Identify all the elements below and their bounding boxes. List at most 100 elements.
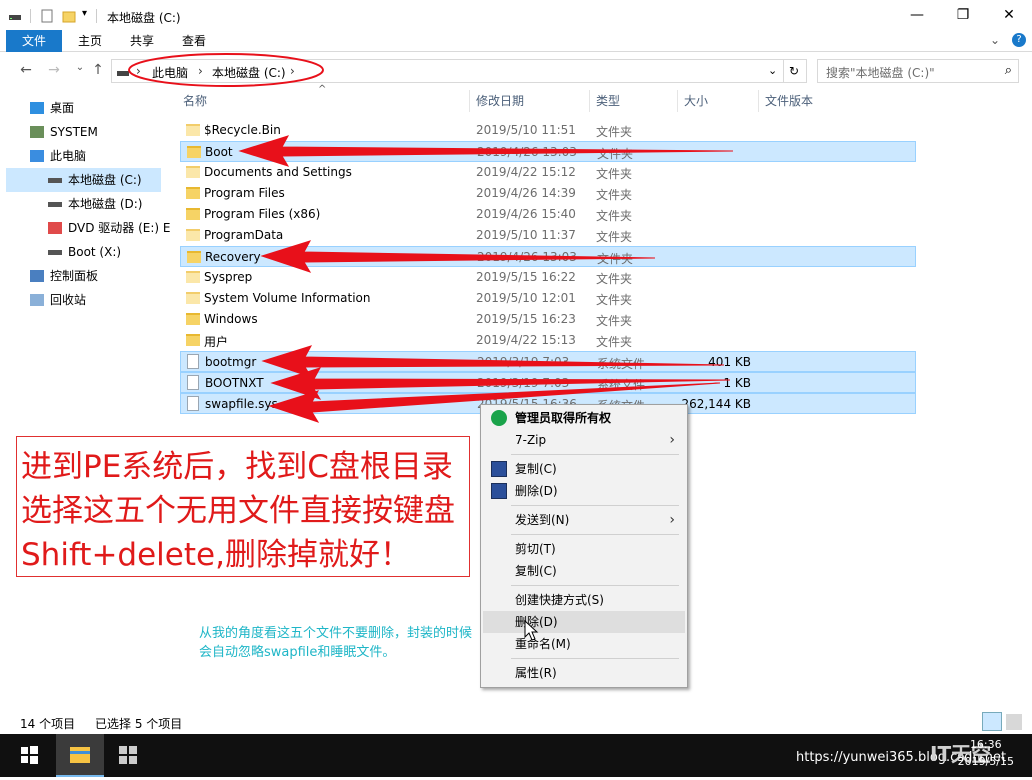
menu-item-label: 删除(D): [515, 484, 558, 498]
close-button[interactable]: ✕: [986, 0, 1032, 30]
nav-item[interactable]: DVD 驱动器 (E:) E: [6, 216, 171, 240]
folder-icon: [186, 124, 200, 136]
nav-item[interactable]: 桌面: [6, 96, 161, 120]
file-row[interactable]: Documents and Settings 2019/4/22 15:12 文件夹: [180, 162, 916, 183]
apps-grid-icon: [119, 746, 137, 764]
nav-item[interactable]: 本地磁盘 (C:): [6, 168, 161, 192]
file-type: 文件夹: [596, 272, 633, 286]
search-input[interactable]: 搜索"本地磁盘 (C:)": [826, 64, 935, 81]
file-name: Sysprep: [204, 270, 253, 284]
new-folder-icon[interactable]: [62, 9, 76, 23]
nav-item-label: 此电脑: [50, 149, 87, 163]
file-date: 2019/5/10 11:51: [476, 123, 576, 137]
taskbar-explorer-button[interactable]: [56, 734, 104, 777]
drive-icon: [48, 178, 62, 183]
menu-item-label: 创建快捷方式(S): [515, 593, 604, 607]
help-icon[interactable]: ?: [1012, 33, 1026, 47]
tab-share[interactable]: 共享: [122, 30, 162, 52]
nav-item[interactable]: Boot (X:): [6, 240, 161, 264]
recent-chevron-icon[interactable]: ⌄: [70, 62, 90, 80]
search-box[interactable]: 搜索"本地磁盘 (C:)" ⌕: [817, 59, 1019, 83]
taskbar-app-button[interactable]: [104, 734, 152, 777]
file-row[interactable]: BOOTNXT 2019/3/19 7:03 系统文件 1 KB: [180, 372, 916, 393]
file-date: 2019/4/26 13:03: [477, 250, 577, 264]
file-row[interactable]: Boot 2019/4/26 13:03 文件夹: [180, 141, 916, 162]
menu-item-label: 管理员取得所有权: [515, 411, 612, 425]
column-header-date[interactable]: 修改日期: [476, 90, 524, 112]
file-row[interactable]: ProgramData 2019/5/10 11:37 文件夹: [180, 225, 916, 246]
file-row[interactable]: $Recycle.Bin 2019/5/10 11:51 文件夹: [180, 120, 916, 141]
tab-home[interactable]: 主页: [70, 30, 110, 52]
column-separator[interactable]: [589, 90, 590, 112]
nav-item[interactable]: SYSTEM: [6, 120, 161, 144]
menu-item[interactable]: 重命名(M): [483, 633, 685, 655]
file-row[interactable]: Sysprep 2019/5/15 16:22 文件夹: [180, 267, 916, 288]
selected-count: 已选择 5 个项目: [95, 717, 183, 731]
file-date: 2019/4/26 14:39: [476, 186, 576, 200]
menu-item[interactable]: 发送到(N) ›: [483, 509, 685, 531]
file-row[interactable]: Windows 2019/5/15 16:23 文件夹: [180, 309, 916, 330]
annotation-box: 进到PE系统后，找到C盘根目录 选择这五个无用文件直接按键盘 Shift+del…: [16, 436, 470, 577]
menu-item[interactable]: 管理员取得所有权: [483, 407, 685, 429]
menu-item[interactable]: 复制(C): [483, 560, 685, 582]
menu-item[interactable]: 删除(D): [483, 611, 685, 633]
chevron-down-icon[interactable]: ⌄: [990, 33, 1000, 47]
tab-view[interactable]: 查看: [174, 30, 214, 52]
menu-item[interactable]: 7-Zip ›: [483, 429, 685, 451]
file-row[interactable]: Recovery 2019/4/26 13:03 文件夹: [180, 246, 916, 267]
menu-item[interactable]: 创建快捷方式(S): [483, 589, 685, 611]
menu-item[interactable]: 剪切(T): [483, 538, 685, 560]
column-header-name[interactable]: 名称: [183, 90, 207, 112]
system-file-icon: [187, 354, 199, 369]
large-icons-view-icon[interactable]: [1006, 714, 1022, 730]
chevron-down-icon[interactable]: ⌄: [768, 64, 777, 77]
file-row[interactable]: 用户 2019/4/22 15:13 文件夹: [180, 330, 916, 351]
nav-item-label: 控制面板: [50, 269, 99, 283]
menu-item[interactable]: 属性(R): [483, 662, 685, 684]
menu-item[interactable]: 复制(C): [483, 458, 685, 480]
column-separator[interactable]: [758, 90, 759, 112]
file-type: 文件夹: [596, 125, 633, 139]
file-name: BOOTNXT: [205, 376, 264, 390]
column-header-type[interactable]: 类型: [596, 90, 620, 112]
nav-item[interactable]: 此电脑: [6, 144, 161, 168]
minimize-button[interactable]: —: [894, 0, 940, 30]
column-separator[interactable]: [469, 90, 470, 112]
nav-item[interactable]: 本地磁盘 (D:): [6, 192, 161, 216]
properties-icon[interactable]: [40, 9, 54, 23]
nav-item-label: Boot (X:): [68, 245, 122, 259]
chevron-down-icon[interactable]: ▾: [82, 8, 87, 19]
refresh-icon[interactable]: ↻: [789, 64, 799, 78]
title-bar: ▾ 本地磁盘 (C:) — ❐ ✕: [0, 0, 1032, 30]
clock[interactable]: 16:36 2019/5/15: [958, 738, 1014, 768]
column-header-size[interactable]: 大小: [684, 90, 708, 112]
back-arrow-icon[interactable]: ←: [16, 62, 36, 80]
up-arrow-icon[interactable]: ↑: [88, 62, 108, 80]
column-header-version[interactable]: 文件版本: [765, 90, 813, 112]
file-row[interactable]: bootmgr 2019/3/19 7:03 系统文件 401 KB: [180, 351, 916, 372]
nav-item[interactable]: 控制面板: [6, 264, 161, 288]
file-date: 2019/5/15 16:22: [476, 270, 576, 284]
file-date: 2019/5/10 11:37: [476, 228, 576, 242]
annotation-line: Shift+delete,删除掉就好！: [21, 537, 411, 573]
folder-icon: [187, 146, 201, 158]
forward-arrow-icon[interactable]: →: [44, 62, 64, 80]
file-row[interactable]: Program Files (x86) 2019/4/26 15:40 文件夹: [180, 204, 916, 225]
nav-item[interactable]: 回收站: [6, 288, 161, 312]
column-separator[interactable]: [677, 90, 678, 112]
tab-file[interactable]: 文件: [6, 30, 62, 52]
file-row[interactable]: System Volume Information 2019/5/10 12:01…: [180, 288, 916, 309]
file-name: Windows: [204, 312, 258, 326]
menu-separator: [511, 505, 679, 506]
details-view-icon[interactable]: [982, 712, 1002, 731]
menu-separator: [511, 534, 679, 535]
file-row[interactable]: Program Files 2019/4/26 14:39 文件夹: [180, 183, 916, 204]
start-button[interactable]: [5, 734, 53, 777]
maximize-button[interactable]: ❐: [940, 0, 986, 30]
file-size: 262,144 KB: [681, 397, 751, 411]
menu-item[interactable]: 删除(D): [483, 480, 685, 502]
chevron-right-icon: ›: [669, 432, 675, 448]
menu-separator: [511, 658, 679, 659]
file-name: bootmgr: [205, 355, 257, 369]
search-icon[interactable]: ⌕: [1005, 63, 1012, 78]
